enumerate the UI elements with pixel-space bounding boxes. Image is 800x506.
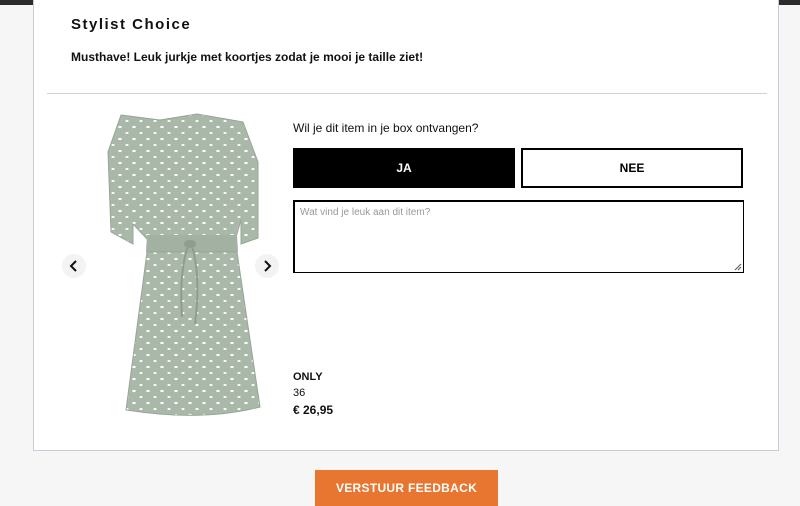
product-image-carousel <box>61 112 281 422</box>
feedback-card: Stylist Choice Musthave! Leuk jurkje met… <box>33 0 779 451</box>
product-price: € 26,95 <box>293 403 334 417</box>
carousel-prev-button[interactable] <box>62 254 86 278</box>
item-question: Wil je dit item in je box ontvangen? <box>293 121 479 135</box>
no-button[interactable]: NEE <box>521 148 743 188</box>
yes-button[interactable]: JA <box>293 148 515 188</box>
carousel-next-button[interactable] <box>255 254 279 278</box>
section-title: Stylist Choice <box>71 16 192 33</box>
comment-field[interactable] <box>293 200 744 273</box>
dress-image <box>107 113 261 416</box>
product-size: 36 <box>293 387 306 399</box>
resize-grip-icon[interactable] <box>734 263 742 271</box>
stylist-description: Musthave! Leuk jurkje met koortjes zodat… <box>71 50 424 64</box>
chevron-right-icon <box>264 260 272 272</box>
chevron-left-icon <box>69 260 77 272</box>
product-brand: ONLY <box>293 371 323 383</box>
divider <box>47 93 767 94</box>
